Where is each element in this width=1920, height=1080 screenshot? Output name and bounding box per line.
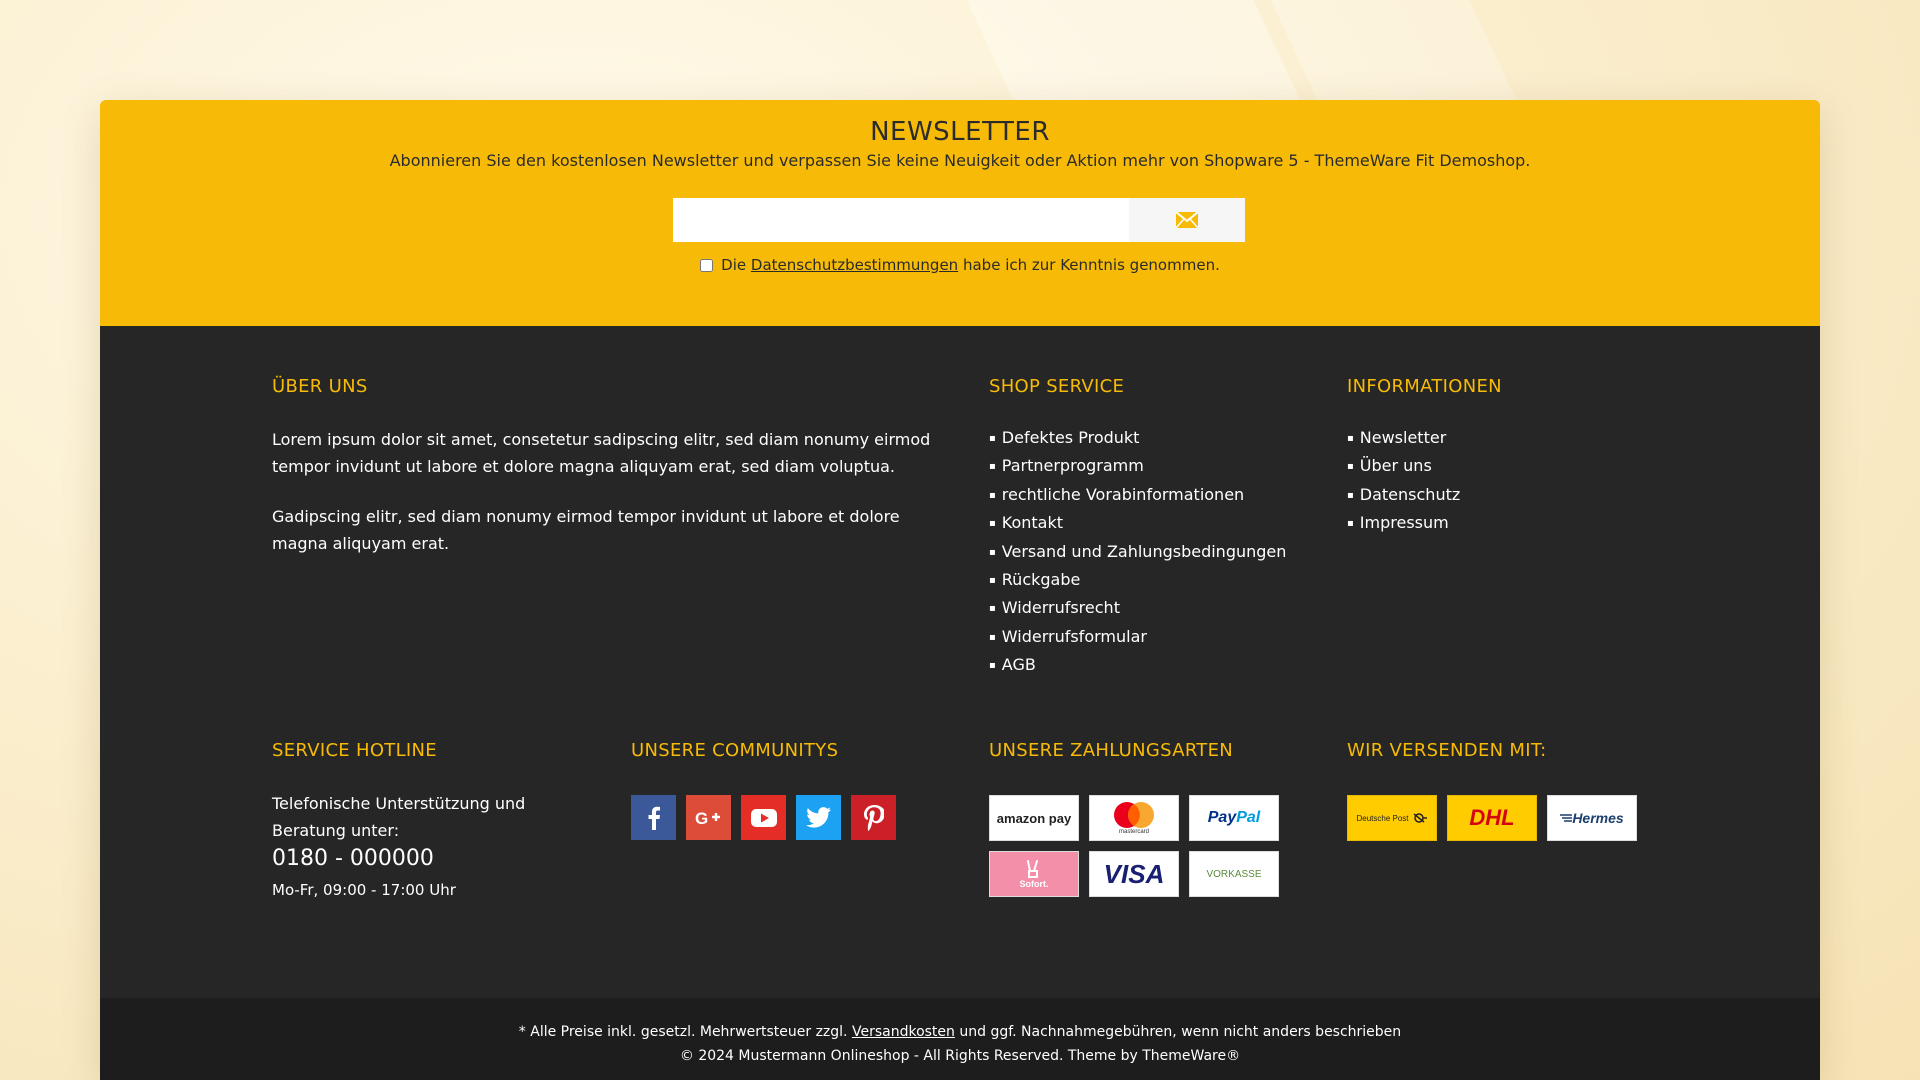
twitter-link[interactable] [796, 795, 841, 840]
link-widerrufsrecht[interactable]: Widerrufsrecht [1002, 598, 1120, 617]
link-versand[interactable]: Versand und Zahlungsbedingungen [1002, 542, 1287, 561]
dhl-label: DHL [1469, 805, 1515, 830]
list-item: Partnerprogramm [989, 452, 1286, 480]
amazon-pay-badge: amazon pay [989, 795, 1079, 841]
hotline-phone: 0180 - 000000 [272, 846, 434, 871]
vorkasse-badge: VORKASSE [1189, 851, 1279, 897]
newsletter-section: NEWSLETTER Abonnieren Sie den kostenlose… [100, 100, 1820, 326]
hermes-wing-icon [1560, 814, 1573, 822]
youtube-link[interactable] [741, 795, 786, 840]
link-impressum[interactable]: Impressum [1360, 513, 1449, 532]
shipping-title: WIR VERSENDEN MIT: [1347, 740, 1547, 761]
mastercard-label: mastercard [1118, 829, 1149, 835]
payment-methods: amazon pay mastercard Pay Pal Sofort. VI… [989, 795, 1279, 897]
list-item: Newsletter [1347, 424, 1460, 452]
shop-service-title: SHOP SERVICE [989, 376, 1125, 397]
list-item: AGB [989, 651, 1286, 679]
informationen-links: Newsletter Über uns Datenschutz Impressu… [1347, 424, 1460, 538]
facebook-icon [648, 806, 660, 830]
privacy-consent-checkbox[interactable] [700, 258, 714, 272]
link-partnerprogramm[interactable]: Partnerprogramm [1002, 456, 1144, 475]
youtube-icon [750, 808, 777, 827]
list-item: rechtliche Vorabinformationen [989, 481, 1286, 509]
consent-prefix: Die [721, 256, 747, 274]
about-text: Lorem ipsum dolor sit amet, consetetur s… [272, 426, 932, 580]
vat-notice-prefix: * Alle Preise inkl. gesetzl. Mehrwertste… [518, 1024, 848, 1040]
paypal-badge: Pay Pal [1189, 795, 1279, 841]
hermes-label: Hermes [1572, 810, 1624, 826]
sofort-badge: Sofort. [989, 851, 1079, 897]
vat-notice: * Alle Preise inkl. gesetzl. Mehrwertste… [100, 1024, 1820, 1040]
link-defektes-produkt[interactable]: Defektes Produkt [1002, 428, 1140, 447]
consent-suffix: habe ich zur Kenntnis genommen. [962, 256, 1220, 274]
newsletter-email-input[interactable] [673, 198, 1129, 242]
list-item: Rückgabe [989, 566, 1286, 594]
about-paragraph-1: Lorem ipsum dolor sit amet, consetetur s… [272, 430, 931, 476]
vorkasse-label: VORKASSE [1206, 868, 1262, 880]
list-item: Datenschutz [1347, 481, 1460, 509]
newsletter-form [673, 198, 1245, 242]
payments-title: UNSERE ZAHLUNGSARTEN [989, 740, 1234, 761]
sofort-label: Sofort. [1019, 879, 1049, 889]
link-widerrufsformular[interactable]: Widerrufsformular [1002, 627, 1147, 646]
hermes-badge: Hermes [1547, 795, 1637, 841]
communities-title: UNSERE COMMUNITYS [631, 740, 839, 761]
social-links: G [631, 795, 896, 840]
footer-bottom: * Alle Preise inkl. gesetzl. Mehrwertste… [100, 998, 1820, 1080]
link-ueber-uns[interactable]: Über uns [1360, 456, 1432, 475]
google-plus-link[interactable]: G [686, 795, 731, 840]
facebook-link[interactable] [631, 795, 676, 840]
privacy-policy-link[interactable]: Datenschutzbestimmungen [751, 256, 958, 274]
footer-main: ÜBER UNS Lorem ipsum dolor sit amet, con… [100, 326, 1820, 998]
list-item: Widerrufsrecht [989, 594, 1286, 622]
newsletter-subtitle: Abonnieren Sie den kostenlosen Newslette… [389, 151, 1531, 170]
visa-badge: VISA [1089, 851, 1179, 897]
vat-notice-suffix: und ggf. Nachnahmegebühren, wenn nicht a… [959, 1024, 1402, 1040]
hotline-text: Telefonische Unterstützung und Beratung … [272, 794, 526, 840]
copyright: © 2024 Mustermann Onlineshop - All Right… [679, 1048, 1241, 1064]
newsletter-submit-button[interactable] [1129, 198, 1245, 242]
mastercard-badge: mastercard [1089, 795, 1179, 841]
list-item: Defektes Produkt [989, 424, 1286, 452]
newsletter-title: NEWSLETTER [870, 117, 1050, 147]
list-item: Widerrufsformular [989, 623, 1286, 651]
shipping-providers: Deutsche Post DHL Hermes [1347, 795, 1637, 841]
amazon-pay-label: amazon pay [996, 810, 1072, 826]
link-rueckgabe[interactable]: Rückgabe [1002, 570, 1081, 589]
hotline-hours: Mo-Fr, 09:00 - 17:00 Uhr [272, 881, 456, 899]
google-plus-icon: G [695, 809, 720, 828]
envelope-icon [1176, 212, 1198, 228]
svg-text:G: G [695, 809, 708, 828]
about-paragraph-2: Gadipscing elitr, sed diam nonumy eirmod… [272, 507, 900, 553]
twitter-icon [805, 806, 831, 828]
newsletter-consent: Die Datenschutzbestimmungen habe ich zur… [100, 256, 1820, 274]
pinterest-link[interactable] [851, 795, 896, 840]
link-datenschutz[interactable]: Datenschutz [1360, 485, 1460, 504]
post-horn-icon [1413, 813, 1427, 823]
dhl-badge: DHL [1447, 795, 1537, 841]
link-kontakt[interactable]: Kontakt [1002, 513, 1063, 532]
shop-service-links: Defektes Produkt Partnerprogramm rechtli… [989, 424, 1287, 680]
link-newsletter[interactable]: Newsletter [1360, 428, 1447, 447]
list-item: Impressum [1347, 509, 1460, 537]
victory-hand-icon [1027, 860, 1038, 878]
shipping-costs-link[interactable]: Versandkosten [852, 1024, 955, 1040]
deutsche-post-badge: Deutsche Post [1347, 795, 1437, 841]
list-item: Kontakt [989, 509, 1286, 537]
hotline-title: SERVICE HOTLINE [272, 740, 437, 761]
deutsche-post-label: Deutsche Post [1356, 813, 1409, 823]
about-title: ÜBER UNS [272, 376, 368, 397]
link-agb[interactable]: AGB [1002, 655, 1036, 674]
list-item: Über uns [1347, 452, 1460, 480]
consent-text: Die Datenschutzbestimmungen habe ich zur… [721, 256, 1220, 274]
footer-frame: NEWSLETTER Abonnieren Sie den kostenlose… [100, 100, 1820, 1080]
link-vorabinformationen[interactable]: rechtliche Vorabinformationen [1002, 485, 1244, 504]
visa-label: VISA [1103, 858, 1165, 889]
paypal-pay-label: Pay [1207, 809, 1237, 826]
paypal-pal-label: Pal [1236, 809, 1261, 826]
list-item: Versand und Zahlungsbedingungen [989, 538, 1287, 566]
informationen-title: INFORMATIONEN [1347, 376, 1502, 397]
mastercard-icon [1114, 802, 1154, 828]
pinterest-icon [863, 804, 884, 831]
